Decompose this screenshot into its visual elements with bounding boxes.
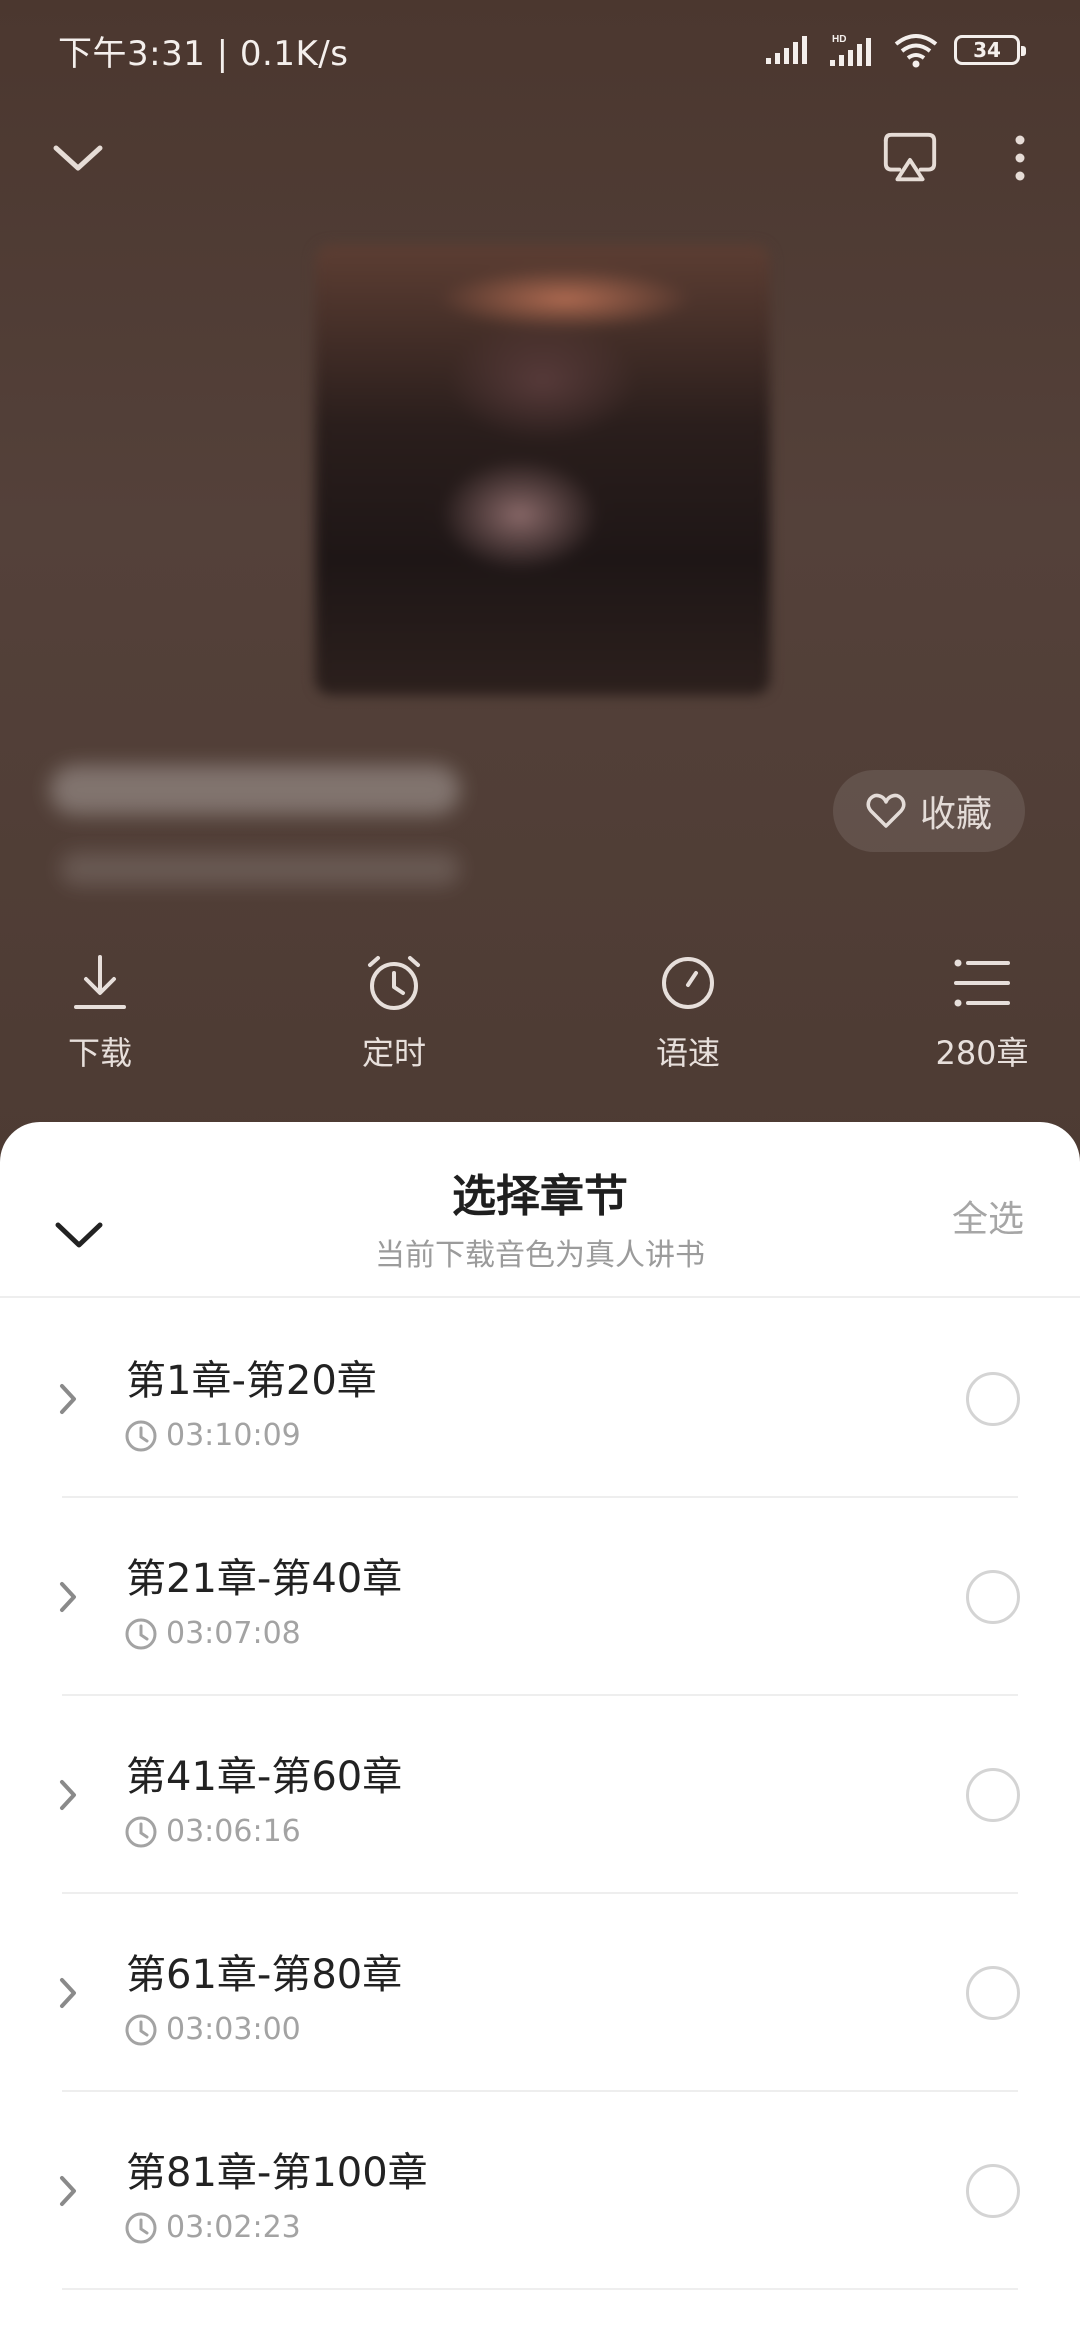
top-nav (0, 100, 1080, 210)
chapter-row[interactable]: 第81章-第100章 03:02:23 (60, 2092, 1020, 2290)
timer-label: 定时 (361, 1034, 426, 1072)
book-author-blurred (60, 852, 460, 886)
expand-button[interactable] (48, 1376, 88, 1422)
action-row: 下载 定时 语速 280章 (0, 950, 1080, 1090)
expand-button[interactable] (48, 1574, 88, 1620)
select-radio[interactable] (966, 1570, 1020, 1624)
duration-text: 03:10:09 (166, 1418, 301, 1453)
status-time: 下午3:31 | 0.1K/s (58, 33, 349, 74)
clock-icon (125, 2212, 157, 2243)
cast-button[interactable] (880, 128, 940, 188)
select-all-button[interactable]: 全选 (952, 1190, 1024, 1242)
album-cover[interactable] (315, 245, 770, 695)
clock-icon (125, 1618, 157, 1649)
battery-icon: 34 (954, 35, 1026, 65)
chevron-right-icon (60, 1582, 76, 1612)
alarm-icon (368, 956, 420, 1010)
sheet-header: 选择章节 当前下载音色为真人讲书 全选 (0, 1122, 1080, 1298)
clock-icon (125, 2014, 157, 2045)
expand-button[interactable] (48, 1970, 88, 2016)
cast-icon (883, 132, 937, 182)
select-radio[interactable] (966, 1966, 1020, 2020)
battery-level: 34 (973, 38, 1001, 62)
favorite-button[interactable]: 收藏 (833, 770, 1025, 852)
duration-text: 03:07:08 (166, 1616, 301, 1651)
chapter-title: 第61章-第80章 (126, 1952, 403, 1998)
chapter-title: 第21章-第40章 (126, 1556, 403, 1602)
duration-text: 03:06:16 (166, 1814, 301, 1849)
clock-icon (125, 1816, 157, 1847)
chevron-right-icon (60, 1780, 76, 1810)
chapters-count-label: 280章 (935, 1034, 1029, 1072)
select-radio[interactable] (966, 1372, 1020, 1426)
select-radio[interactable] (966, 1768, 1020, 1822)
signal-icon (766, 36, 807, 64)
status-icons: HD 34 (764, 32, 1026, 68)
duration-text: 03:03:00 (166, 2012, 301, 2047)
chevron-down-icon (53, 145, 103, 171)
speed-button[interactable]: 语速 (608, 950, 768, 1074)
chapter-row[interactable]: 第1章-第20章 03:10:09 (60, 1300, 1020, 1498)
expand-button[interactable] (48, 2168, 88, 2214)
chapter-list: 第1章-第20章 03:10:09 第21章-第40章 03:07:08 第41… (0, 1300, 1080, 2290)
expand-button[interactable] (48, 1772, 88, 1818)
chapter-select-sheet: 选择章节 当前下载音色为真人讲书 全选 第1章-第20章 03:10:09 第2… (0, 1122, 1080, 2340)
hd-signal-icon: HD (830, 34, 871, 66)
chapter-duration: 03:07:08 (124, 1616, 301, 1651)
download-button[interactable]: 下载 (20, 950, 180, 1074)
chapter-duration: 03:06:16 (124, 1814, 301, 1849)
chapter-duration: 03:10:09 (124, 1418, 301, 1453)
download-icon (74, 955, 126, 1009)
favorite-label: 收藏 (919, 794, 992, 835)
more-vertical-icon (1015, 135, 1025, 181)
chapter-title: 第81章-第100章 (126, 2150, 428, 2196)
wifi-icon (894, 34, 938, 68)
chevron-right-icon (60, 1384, 76, 1414)
select-radio[interactable] (966, 2164, 1020, 2218)
chevron-right-icon (60, 2176, 76, 2206)
timer-button[interactable]: 定时 (314, 950, 474, 1074)
chapters-button[interactable]: 280章 (902, 950, 1062, 1074)
clock-icon (125, 1420, 157, 1451)
speed-icon (662, 957, 714, 1009)
status-bar: 下午3:31 | 0.1K/s HD 34 (0, 0, 1080, 100)
list-icon (954, 959, 1010, 1007)
sheet-subtitle: 当前下载音色为真人讲书 (375, 1238, 705, 1273)
duration-text: 03:02:23 (166, 2210, 301, 2245)
chapter-row[interactable]: 第61章-第80章 03:03:00 (60, 1894, 1020, 2092)
chapter-duration: 03:02:23 (124, 2210, 301, 2245)
chapter-title: 第1章-第20章 (126, 1358, 377, 1404)
sheet-title: 选择章节 (452, 1171, 628, 1222)
chapter-title: 第41章-第60章 (126, 1754, 403, 1800)
chevron-right-icon (60, 1978, 76, 2008)
heart-icon (866, 793, 906, 828)
player-background: 下午3:31 | 0.1K/s HD 34 收藏 下载 定时 语速 280章 (0, 0, 1080, 1160)
book-title-blurred (50, 765, 460, 815)
speed-label: 语速 (655, 1034, 720, 1072)
chapter-row[interactable]: 第21章-第40章 03:07:08 (60, 1498, 1020, 1696)
svg-text:HD: HD (832, 34, 846, 45)
download-label: 下载 (67, 1034, 132, 1072)
more-button[interactable] (990, 128, 1050, 188)
chapter-row[interactable]: 第41章-第60章 03:06:16 (60, 1696, 1020, 1894)
collapse-player-button[interactable] (48, 128, 108, 188)
chapter-duration: 03:03:00 (124, 2012, 301, 2047)
